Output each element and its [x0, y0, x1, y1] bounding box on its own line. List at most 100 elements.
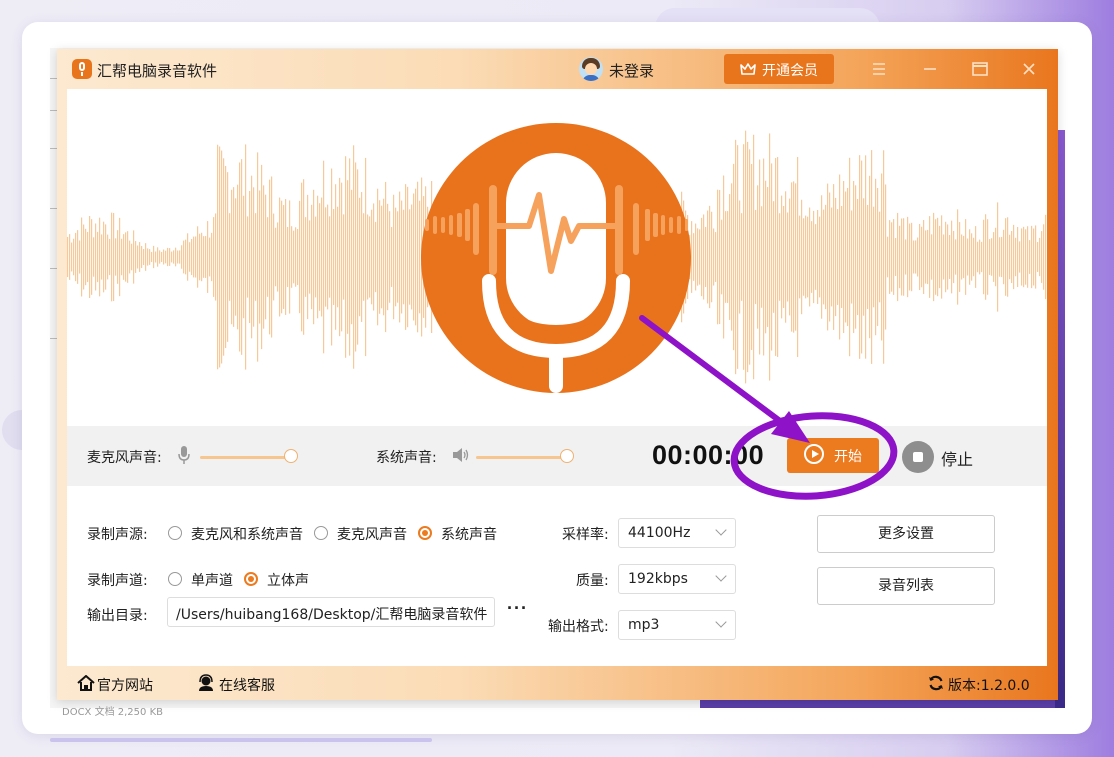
waveform-bar — [77, 230, 79, 284]
waveform-bar — [153, 245, 155, 269]
waveform-bar — [769, 133, 771, 381]
quality-label: 质量: — [576, 573, 609, 589]
waveform-bar — [701, 217, 703, 297]
mic-volume-slider[interactable] — [200, 456, 290, 459]
waveform-bar — [935, 219, 937, 295]
waveform-bar — [991, 238, 993, 276]
waveform-bar — [751, 164, 753, 350]
waveform-bar — [1019, 241, 1021, 273]
channel-radio-stereo[interactable] — [244, 572, 258, 586]
channel-option-label[interactable]: 立体声 — [267, 570, 309, 590]
channel-option-label[interactable]: 单声道 — [191, 570, 233, 590]
waveform-bar — [259, 190, 261, 324]
waveform-bar — [939, 225, 941, 289]
waveform-bar — [351, 189, 353, 325]
stop-button[interactable] — [902, 441, 934, 473]
channel-radio-mono[interactable] — [168, 572, 182, 586]
waveform-bar — [399, 191, 401, 323]
record-list-button[interactable]: 录音列表 — [817, 567, 995, 605]
more-settings-button[interactable]: 更多设置 — [817, 515, 995, 553]
chevron-down-icon — [715, 570, 727, 582]
refresh-icon[interactable] — [928, 675, 944, 691]
vip-button[interactable]: 开通会员 — [724, 54, 834, 84]
waveform-bar — [409, 209, 411, 305]
waveform-bar — [911, 222, 913, 292]
close-icon[interactable] — [1023, 63, 1035, 75]
waveform-bar — [785, 191, 787, 323]
waveform-bar — [159, 250, 161, 264]
waveform-bar — [895, 238, 897, 276]
official-website-link[interactable]: 官方网站 — [97, 675, 153, 695]
waveform-bar — [835, 197, 837, 317]
waveform-bar — [747, 141, 749, 373]
system-volume-knob[interactable] — [560, 449, 574, 463]
waveform-bar — [1027, 226, 1029, 288]
sample-rate-select[interactable]: 44100Hz — [618, 518, 736, 548]
waveform-bar — [913, 240, 915, 274]
menu-icon[interactable] — [872, 63, 886, 75]
source-radio-mic[interactable] — [314, 526, 328, 540]
waveform-bar — [127, 231, 129, 283]
waveform-bar — [879, 211, 881, 303]
waveform-bar — [279, 197, 281, 317]
waveform-bar — [823, 209, 825, 305]
waveform-bar — [885, 184, 887, 330]
minimize-icon[interactable] — [923, 63, 937, 75]
online-support-link[interactable]: 在线客服 — [219, 675, 275, 695]
login-status[interactable]: 未登录 — [609, 60, 654, 81]
waveform-bar — [167, 247, 169, 267]
quality-select[interactable]: 192kbps — [618, 564, 736, 594]
waveform-bar — [313, 189, 315, 325]
source-option-label[interactable]: 麦克风声音 — [337, 524, 407, 544]
mic-volume-knob[interactable] — [284, 449, 298, 463]
waveform-bar — [1005, 218, 1007, 296]
waveform-bar — [155, 251, 157, 263]
waveform-bar — [189, 242, 191, 272]
stop-button-label[interactable]: 停止 — [941, 446, 973, 470]
waveform-bar — [179, 250, 181, 264]
waveform-bar — [287, 226, 289, 288]
avatar[interactable] — [579, 57, 603, 81]
source-option-label[interactable]: 麦克风和系统声音 — [191, 524, 303, 544]
waveform-bar — [709, 205, 711, 309]
waveform-bar — [877, 187, 879, 327]
waveform-bar — [117, 230, 119, 284]
chevron-down-icon — [715, 524, 727, 536]
waveform-bar — [723, 175, 725, 339]
maximize-icon[interactable] — [972, 62, 988, 76]
waveform-bar — [957, 209, 959, 305]
waveform-bar — [1023, 226, 1025, 288]
waveform-bar — [327, 204, 329, 310]
waveform-bar — [907, 216, 909, 298]
waveform-bar — [243, 195, 245, 319]
source-option-label[interactable]: 系统声音 — [441, 524, 497, 544]
waveform-bar — [869, 175, 871, 339]
output-dir-field[interactable]: /Users/huibang168/Desktop/汇帮电脑录音软件 — [167, 597, 495, 627]
waveform-bar — [1029, 240, 1031, 274]
system-volume-slider[interactable] — [476, 456, 566, 459]
waveform-bar — [1035, 225, 1037, 289]
format-select[interactable]: mp3 — [618, 610, 736, 640]
output-dir-value: /Users/huibang168/Desktop/汇帮电脑录音软件 — [176, 607, 488, 623]
start-button[interactable]: 开始 — [787, 438, 879, 473]
waveform-bar — [91, 219, 93, 295]
waveform-bar — [315, 216, 317, 298]
version-label: 版本:1.2.0.0 — [948, 678, 1030, 694]
waveform-bar — [225, 165, 227, 349]
home-icon[interactable] — [77, 675, 95, 691]
waveform-bar — [819, 216, 821, 298]
source-radio-system[interactable] — [418, 526, 432, 540]
browse-folder-button[interactable]: ··· — [507, 598, 528, 619]
waveform-bar — [787, 212, 789, 302]
waveform-bar — [101, 234, 103, 280]
waveform-bar — [865, 155, 867, 359]
waveform-bar — [293, 230, 295, 284]
waveform-bar — [67, 236, 69, 278]
customer-service-icon[interactable] — [197, 674, 215, 692]
output-dir-label: 输出目录: — [87, 608, 148, 624]
waveform-bar — [113, 212, 115, 302]
source-radio-mic-and-system[interactable] — [168, 526, 182, 540]
waveform-bar — [245, 144, 247, 370]
waveform-bar — [349, 158, 351, 356]
waveform-area — [67, 89, 1047, 426]
